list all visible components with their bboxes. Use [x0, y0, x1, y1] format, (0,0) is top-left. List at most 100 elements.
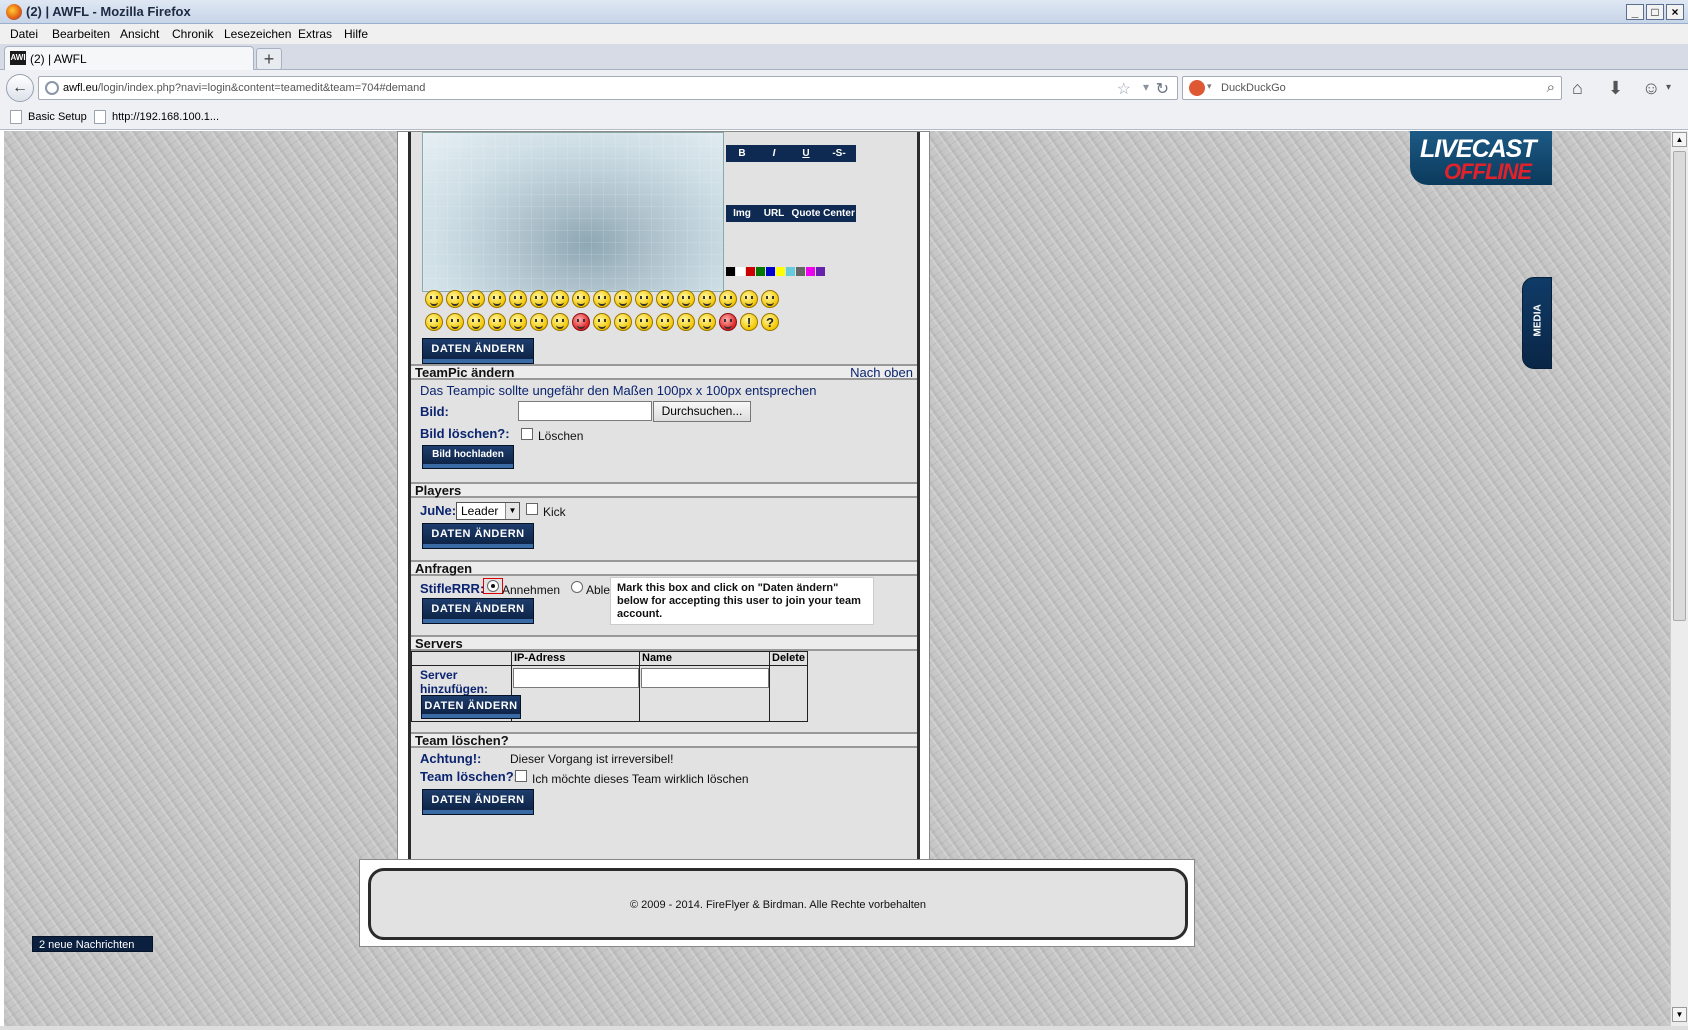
team-loeschen-checkbox[interactable] [515, 770, 527, 782]
bild-loeschen-checkbox[interactable] [521, 428, 533, 440]
tab-awfl[interactable]: AWI (2) | AWFL [4, 46, 254, 70]
smiley-icon[interactable] [530, 290, 548, 308]
smiley-icon[interactable] [698, 313, 716, 331]
smiley-icon[interactable] [614, 313, 632, 331]
ip-address-input[interactable] [513, 668, 639, 688]
smiley-icon[interactable] [509, 313, 527, 331]
smiley-icon[interactable] [740, 290, 758, 308]
menu-datei[interactable]: Datei [10, 27, 38, 41]
role-select[interactable]: Leader ▼ [456, 502, 520, 520]
center-button[interactable]: Center [822, 208, 856, 219]
minimize-button[interactable]: _ [1626, 4, 1644, 20]
reload-icon[interactable]: ↻ [1156, 79, 1169, 99]
smiley-icon[interactable] [719, 313, 737, 331]
save-delete-team-button[interactable]: DATEN ÄNDERN [422, 789, 534, 815]
vertical-scrollbar[interactable]: ▲ ▼ [1670, 131, 1688, 1026]
search-icon[interactable]: ⌕ [1547, 79, 1555, 96]
smiley-icon[interactable] [530, 313, 548, 331]
color-swatch[interactable] [756, 267, 765, 276]
smiley-icon[interactable] [425, 290, 443, 308]
menu-overflow-icon[interactable]: ▾ [1666, 82, 1671, 93]
smiley-icon[interactable] [509, 290, 527, 308]
smiley-icon[interactable] [425, 313, 443, 331]
duckduckgo-icon[interactable] [1189, 80, 1205, 96]
smiley-icon[interactable] [677, 290, 695, 308]
smiley-icon[interactable] [467, 313, 485, 331]
smiley-icon[interactable] [551, 290, 569, 308]
color-swatch[interactable] [796, 267, 805, 276]
smiley-icon[interactable] [488, 290, 506, 308]
menu-chronik[interactable]: Chronik [172, 27, 213, 41]
downloads-icon[interactable]: ⬇ [1608, 78, 1623, 99]
bookmark-star-icon[interactable]: ☆ [1117, 79, 1131, 99]
smiley-icon[interactable] [656, 290, 674, 308]
new-messages-notice[interactable]: 2 neue Nachrichten [32, 936, 153, 952]
new-tab-button[interactable]: + [256, 48, 282, 70]
close-button[interactable]: × [1666, 4, 1684, 20]
browse-button[interactable]: Durchsuchen... [653, 401, 751, 422]
quote-button[interactable]: Quote [790, 208, 822, 219]
bookmark-basic-setup[interactable]: Basic Setup [10, 110, 87, 124]
color-swatch[interactable] [816, 267, 825, 276]
smiley-icon[interactable] [488, 313, 506, 331]
scrollbar-thumb[interactable] [1673, 151, 1686, 621]
bookmark-router[interactable]: http://192.168.100.1... [94, 110, 219, 124]
italic-button[interactable]: I [758, 148, 790, 159]
save-players-button[interactable]: DATEN ÄNDERN [422, 523, 534, 549]
scroll-down-icon[interactable]: ▼ [1672, 1007, 1687, 1022]
save-editor-button[interactable]: DATEN ÄNDERN [422, 338, 534, 364]
color-swatch[interactable] [726, 267, 735, 276]
img-button[interactable]: Img [726, 208, 758, 219]
smiley-icon[interactable] [614, 290, 632, 308]
smiley-icon[interactable] [593, 313, 611, 331]
nach-oben-link[interactable]: Nach oben [850, 366, 913, 379]
smiley-icon[interactable] [635, 290, 653, 308]
media-tab[interactable]: MEDIA [1522, 277, 1552, 369]
menu-bearbeiten[interactable]: Bearbeiten [52, 27, 110, 41]
url-button[interactable]: URL [758, 208, 790, 219]
strike-button[interactable]: -S- [822, 148, 856, 159]
smiley-icon[interactable]: ? [761, 313, 779, 331]
smiley-icon[interactable] [593, 290, 611, 308]
color-swatch[interactable] [736, 267, 745, 276]
livecast-badge[interactable]: LIVECAST OFFLINE [1410, 131, 1552, 185]
smiley-icon[interactable] [677, 313, 695, 331]
color-swatch[interactable] [786, 267, 795, 276]
smiley-icon[interactable] [635, 313, 653, 331]
smiley-icon[interactable] [446, 290, 464, 308]
save-servers-button[interactable]: DATEN ÄNDERN [421, 695, 521, 719]
accept-radio[interactable] [487, 580, 499, 592]
history-dropdown-icon[interactable]: ▾ [1143, 80, 1149, 94]
maximize-button[interactable]: □ [1646, 4, 1664, 20]
addon-icon[interactable]: ☺ [1642, 78, 1660, 99]
menu-ansicht[interactable]: Ansicht [120, 27, 159, 41]
server-name-input[interactable] [641, 668, 769, 688]
underline-button[interactable]: U [790, 148, 822, 159]
smiley-icon[interactable] [656, 313, 674, 331]
menu-hilfe[interactable]: Hilfe [344, 27, 368, 41]
color-swatch[interactable] [806, 267, 815, 276]
smiley-icon[interactable] [761, 290, 779, 308]
bild-hochladen-button[interactable]: Bild hochladen [422, 445, 514, 469]
save-anfragen-button[interactable]: DATEN ÄNDERN [422, 598, 534, 624]
back-button[interactable]: ← [6, 74, 34, 102]
scroll-up-icon[interactable]: ▲ [1672, 132, 1687, 147]
color-swatch[interactable] [766, 267, 775, 276]
search-bar[interactable]: ▾ DuckDuckGo ⌕ [1182, 76, 1562, 100]
smiley-icon[interactable] [467, 290, 485, 308]
smiley-icon[interactable] [572, 290, 590, 308]
smiley-icon[interactable] [572, 313, 590, 331]
url-bar[interactable]: awfl.eu/login/index.php?navi=login&conte… [38, 76, 1178, 100]
color-swatch[interactable] [746, 267, 755, 276]
smiley-icon[interactable] [446, 313, 464, 331]
smiley-icon[interactable] [551, 313, 569, 331]
color-swatch[interactable] [776, 267, 785, 276]
smiley-icon[interactable] [698, 290, 716, 308]
bild-file-input[interactable] [518, 401, 652, 421]
menu-lesezeichen[interactable]: Lesezeichen [224, 27, 291, 41]
reject-radio[interactable] [571, 581, 583, 593]
home-icon[interactable]: ⌂ [1572, 78, 1583, 99]
smiley-icon[interactable] [719, 290, 737, 308]
menu-extras[interactable]: Extras [298, 27, 332, 41]
kick-checkbox[interactable] [526, 503, 538, 515]
